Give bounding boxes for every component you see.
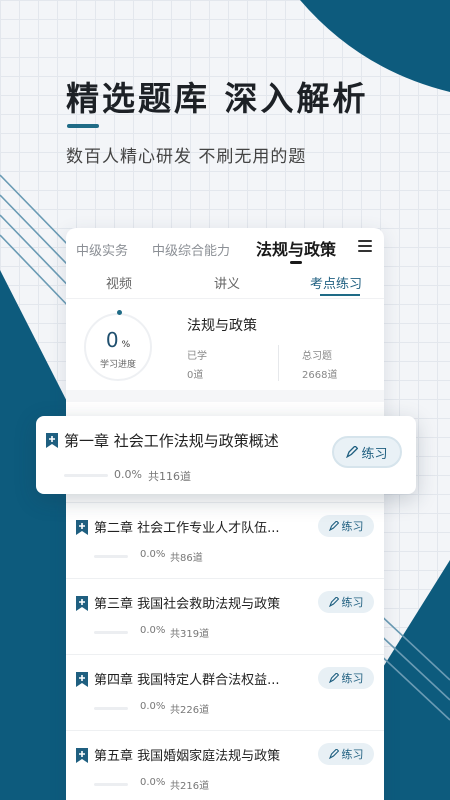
hero-accent-bar — [67, 124, 99, 128]
tab-regulations-policy[interactable]: 法规与政策 — [256, 236, 336, 260]
subtab-video[interactable]: 视频 — [106, 273, 132, 292]
subtab-indicator — [320, 294, 360, 296]
chapter-progress-bar — [94, 707, 128, 710]
learned-label: 已学 — [187, 351, 207, 362]
chapter-count: 共86道 — [170, 553, 203, 564]
tab-intermediate-ability[interactable]: 中级综合能力 — [152, 240, 230, 259]
chapter-title: 第二章 社会工作专业人才队伍... — [94, 521, 280, 536]
subject-title: 法规与政策 — [187, 318, 257, 334]
chapter-progress-bar — [94, 631, 128, 634]
menu-icon[interactable] — [358, 240, 372, 254]
subtab-practice[interactable]: 考点练习 — [310, 273, 362, 292]
chapter-progress: 0.0% — [140, 777, 166, 788]
chapter-item[interactable]: 第四章 我国特定人群合法权益... 0.0% 共226道 练习 — [66, 654, 384, 730]
pencil-icon — [346, 446, 359, 458]
chapter-progress: 0.0% — [140, 549, 166, 560]
progress-value: 0% — [105, 328, 131, 352]
chapter-title: 第四章 我国特定人群合法权益... — [94, 673, 280, 688]
highlighted-chapter-card[interactable]: 第一章 社会工作法规与政策概述 0.0% 共116道 练习 — [36, 416, 416, 494]
bookmark-plus-icon — [76, 596, 88, 611]
bookmark-plus-icon — [76, 672, 88, 687]
chapter-title: 第三章 我国社会救助法规与政策 — [94, 597, 281, 612]
sub-tabs: 视频 讲义 考点练习 — [66, 268, 384, 298]
total-label: 总习题 — [302, 351, 332, 362]
pencil-icon — [328, 597, 339, 607]
practice-button[interactable]: 练习 — [318, 667, 374, 689]
active-tab-indicator — [290, 261, 302, 264]
chapter-count: 共116道 — [148, 470, 191, 483]
pencil-icon — [328, 673, 339, 683]
hero-subtitle: 数百人精心研发 不刷无用的题 — [66, 147, 307, 167]
chapter-count: 共319道 — [170, 629, 210, 640]
bookmark-plus-icon — [46, 433, 58, 448]
bookmark-plus-icon — [76, 520, 88, 535]
pencil-icon — [328, 521, 339, 531]
pencil-icon — [328, 749, 339, 759]
progress-label: 学习进度 — [99, 360, 136, 370]
practice-button[interactable]: 练习 — [332, 436, 402, 468]
chapter-item[interactable]: 第二章 社会工作专业人才队伍... 0.0% 共86道 练习 — [66, 502, 384, 578]
app-preview-card: 中级实务 中级综合能力 法规与政策 视频 讲义 考点练习 0% 学习进度 法规与… — [66, 228, 384, 800]
course-tabs: 中级实务 中级综合能力 法规与政策 — [66, 228, 384, 268]
chapter-progress: 0.0% — [140, 625, 166, 636]
hero-title: 精选题库 深入解析 — [66, 79, 369, 118]
section-spacer — [66, 390, 384, 402]
practice-button[interactable]: 练习 — [318, 515, 374, 537]
chapter-title: 第五章 我国婚姻家庭法规与政策 — [94, 749, 281, 764]
study-stats: 0% 学习进度 法规与政策 已学 0道 总习题 2668道 — [66, 298, 384, 390]
chapter-count: 共226道 — [170, 705, 210, 716]
total-value: 2668道 — [302, 370, 338, 381]
chapter-progress: 0.0% — [114, 468, 142, 481]
progress-ring-dot — [117, 310, 122, 315]
chapter-item[interactable]: 第三章 我国社会救助法规与政策 0.0% 共319道 练习 — [66, 578, 384, 654]
stats-divider — [278, 345, 279, 381]
chapter-progress: 0.0% — [140, 701, 166, 712]
chapter-title: 第一章 社会工作法规与政策概述 — [64, 432, 279, 450]
progress-ring: 0% 学习进度 — [84, 310, 152, 381]
chapter-progress-bar — [94, 555, 128, 558]
practice-button[interactable]: 练习 — [318, 591, 374, 613]
practice-button[interactable]: 练习 — [318, 743, 374, 765]
tab-intermediate-practice[interactable]: 中级实务 — [76, 240, 128, 259]
chapter-progress-bar — [94, 783, 128, 786]
subtab-handout[interactable]: 讲义 — [214, 273, 240, 292]
bottom-fade — [66, 788, 384, 800]
learned-value: 0道 — [187, 370, 204, 381]
bookmark-plus-icon — [76, 748, 88, 763]
chapter-progress-bar — [64, 474, 108, 477]
